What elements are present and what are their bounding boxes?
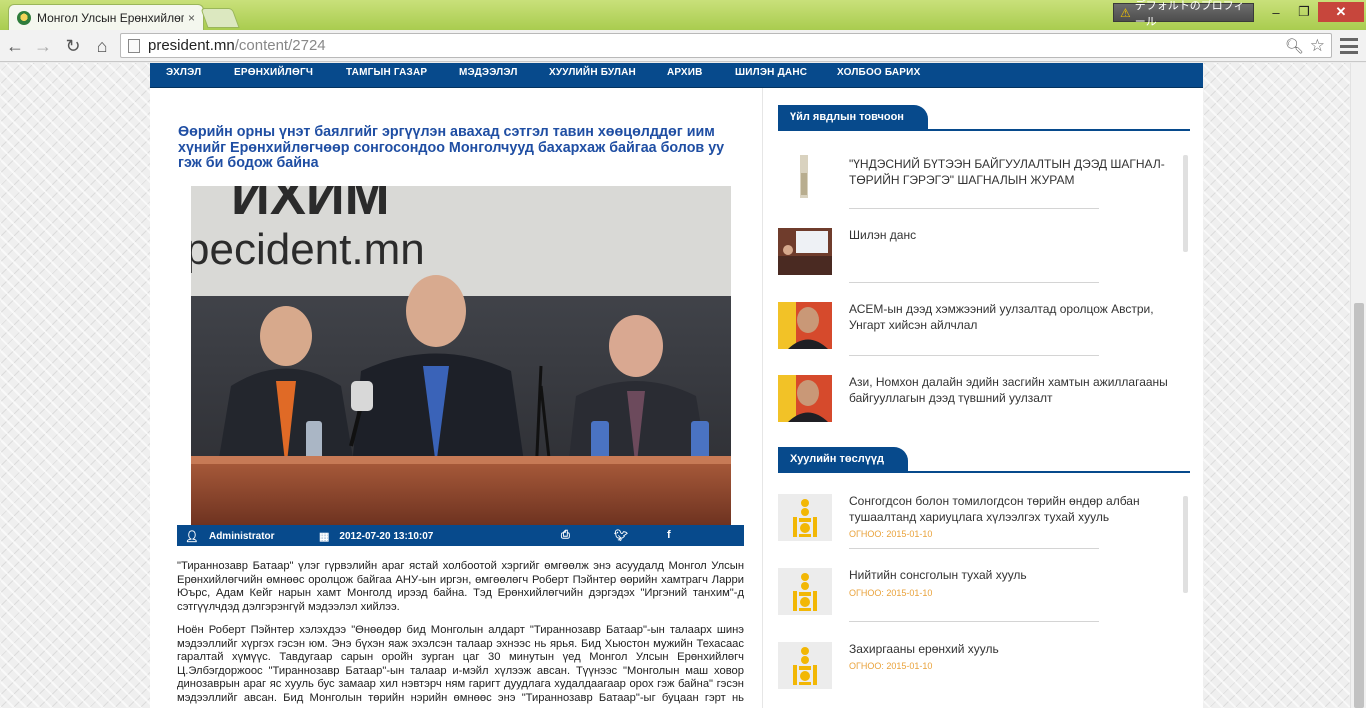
new-tab-button[interactable] [200, 8, 240, 28]
author-name: Administrator [208, 531, 275, 542]
author-meta: 👤︎ Administrator [185, 530, 275, 543]
warning-icon: ⚠ [1120, 5, 1131, 20]
law-date: ОГНОО: 2015-01-10 [849, 661, 933, 671]
nav-item-law-corner[interactable]: ХУУЛИЙН БУЛАН [549, 67, 636, 78]
divider [849, 355, 1099, 356]
laws-section-header: Хуулийн төслүүд [778, 447, 1190, 473]
meeting-thumbnail [778, 228, 832, 275]
event-title[interactable]: Шилэн данс [849, 228, 1169, 244]
page-scrollbar-thumb[interactable] [1354, 303, 1364, 708]
zoom-icon[interactable]: 🔍︎ [1285, 37, 1304, 55]
browser-tab[interactable]: Монгол Улсын Ерөнхийлөгч × [8, 4, 204, 30]
nav-item-president[interactable]: ЕРӨНХИЙЛӨГЧ [234, 67, 313, 78]
twitter-icon[interactable]: 🐦︎ [614, 529, 628, 542]
events-section-header: Үйл явдлын товчоон [778, 105, 1190, 131]
user-icon: 👤︎ [185, 531, 199, 543]
laws-section-title: Хуулийн төслүүд [778, 447, 908, 471]
article-datetime: 2012-07-20 13:10:07 [339, 531, 434, 542]
law-title[interactable]: Сонгогдсон болон томилогдсон төрийн өндө… [849, 494, 1169, 525]
soyombo-icon [778, 494, 832, 541]
page-container: ЭХЛЭЛ ЕРӨНХИЙЛӨГЧ ТАМГЫН ГАЗАР МЭДЭЭЛЭЛ … [150, 63, 1203, 708]
profile-label: デフォルトのプロフィール [1134, 0, 1245, 28]
back-arrow-icon[interactable]: ← [3, 34, 27, 58]
photo-sign-top-text: ИХИМ [231, 186, 390, 226]
law-date: ОГНОО: 2015-01-10 [849, 529, 933, 539]
calendar-icon: ▦ [319, 531, 330, 543]
page-scrollbar[interactable] [1350, 63, 1366, 708]
page-icon [128, 38, 140, 53]
date-meta: ▦ 2012-07-20 13:10:07 [319, 530, 433, 543]
forward-arrow-icon[interactable]: → [31, 34, 55, 58]
nav-item-contact[interactable]: ХОЛБОО БАРИХ [837, 67, 920, 78]
photo-sign-text: ресident.mn [191, 225, 425, 274]
column-divider [762, 88, 763, 708]
event-title[interactable]: "ҮНДЭСНИЙ БҮТЭЭН БАЙГУУЛАЛТЫН ДЭЭД ШАГНА… [849, 157, 1169, 188]
browser-titlebar: Монгол Улсын Ерөнхийлөгч × ⚠ デフォルトのプロフィー… [0, 0, 1366, 30]
nav-item-home[interactable]: ЭХЛЭЛ [166, 67, 201, 78]
list-item[interactable]: Шилэн данс [778, 228, 1098, 276]
portrait-thumbnail [778, 375, 832, 422]
event-title[interactable]: Ази, Номхон далайн эдийн засгийн хамтын … [849, 375, 1169, 406]
nav-item-office[interactable]: ТАМГЫН ГАЗАР [346, 67, 427, 78]
events-scrollbar[interactable] [1183, 155, 1188, 252]
list-item[interactable]: АСЕМ-ын дээд хэмжээний уулзалтад оролцож… [778, 302, 1154, 350]
soyombo-icon [778, 642, 832, 689]
close-window-button[interactable]: ✕ [1318, 2, 1364, 22]
divider [849, 621, 1099, 622]
profile-badge[interactable]: ⚠ デフォルトのプロフィール [1113, 0, 1254, 28]
article-body: "Тираннозавр Батаар" үлэг гүрвэлийн араг… [177, 560, 744, 708]
divider [849, 548, 1099, 549]
page-viewport: ЭХЛЭЛ ЕРӨНХИЙЛӨГЧ ТАМГЫН ГАЗАР МЭДЭЭЛЭЛ … [0, 63, 1350, 708]
list-item[interactable]: Ази, Номхон далайн эдийн засгийн хамтын … [778, 375, 1168, 423]
law-title[interactable]: Захиргааны ерөнхий хууль [849, 642, 1169, 658]
bookmark-star-icon[interactable]: ☆ [1310, 36, 1325, 56]
facebook-icon[interactable]: f [667, 529, 671, 541]
url-text[interactable]: president.mn/content/2724 [148, 37, 1285, 54]
list-item[interactable]: "ҮНДЭСНИЙ БҮТЭЭН БАЙГУУЛАЛТЫН ДЭЭД ШАГНА… [778, 153, 1165, 201]
divider [849, 208, 1099, 209]
browser-toolbar: ← → ↻ ⌂ president.mn/content/2724 🔍︎ ☆ [0, 30, 1366, 62]
soyombo-icon [778, 568, 832, 615]
reload-icon[interactable]: ↻ [61, 34, 85, 58]
article-paragraph: "Тираннозавр Батаар" үлэг гүрвэлийн араг… [177, 560, 744, 613]
article-title: Өөрийн орны үнэт баялгийг эргүүлэн аваха… [178, 124, 725, 171]
divider [849, 282, 1099, 283]
laws-scrollbar[interactable] [1183, 496, 1188, 593]
list-item[interactable]: Нийтийн сонсголын тухай хууль ОГНОО: 201… [778, 568, 1098, 616]
minimize-button[interactable]: – [1262, 2, 1290, 22]
tab-close-icon[interactable]: × [188, 11, 195, 25]
list-item[interactable]: Сонгогдсон болон томилогдсон төрийн өндө… [778, 494, 1140, 542]
maximize-button[interactable]: ❐ [1290, 2, 1318, 22]
print-icon[interactable]: ⎙ [561, 529, 570, 542]
address-bar[interactable]: president.mn/content/2724 🔍︎ ☆ [120, 33, 1332, 58]
list-item[interactable]: Захиргааны ерөнхий хууль ОГНОО: 2015-01-… [778, 642, 1098, 690]
nav-item-news[interactable]: МЭДЭЭЛЭЛ [459, 67, 518, 78]
article-meta-bar: 👤︎ Administrator ▦ 2012-07-20 13:10:07 ⎙… [177, 525, 744, 546]
home-icon[interactable]: ⌂ [90, 34, 114, 58]
site-favicon-icon [17, 10, 31, 25]
portrait-thumbnail [778, 302, 832, 349]
tab-title: Монгол Улсын Ерөнхийлөгч [37, 10, 184, 25]
medal-thumbnail [778, 153, 832, 200]
press-conference-image: ИХИМ ресident.mn [191, 186, 731, 526]
article-photo: ИХИМ ресident.mn [191, 186, 731, 526]
law-title[interactable]: Нийтийн сонсголын тухай хууль [849, 568, 1169, 584]
article-paragraph: Ноён Роберт Пэйнтер хэлэхдээ "Өнөөдөр би… [177, 624, 744, 708]
chrome-menu-icon[interactable] [1340, 38, 1358, 54]
nav-item-glass-account[interactable]: ШИЛЭН ДАНС [735, 67, 807, 78]
nav-item-archive[interactable]: АРХИВ [667, 67, 703, 78]
main-nav: ЭХЛЭЛ ЕРӨНХИЙЛӨГЧ ТАМГЫН ГАЗАР МЭДЭЭЛЭЛ … [150, 63, 1203, 88]
event-title[interactable]: АСЕМ-ын дээд хэмжээний уулзалтад оролцож… [849, 302, 1169, 333]
law-date: ОГНОО: 2015-01-10 [849, 588, 933, 598]
events-section-title: Үйл явдлын товчоон [778, 105, 928, 129]
